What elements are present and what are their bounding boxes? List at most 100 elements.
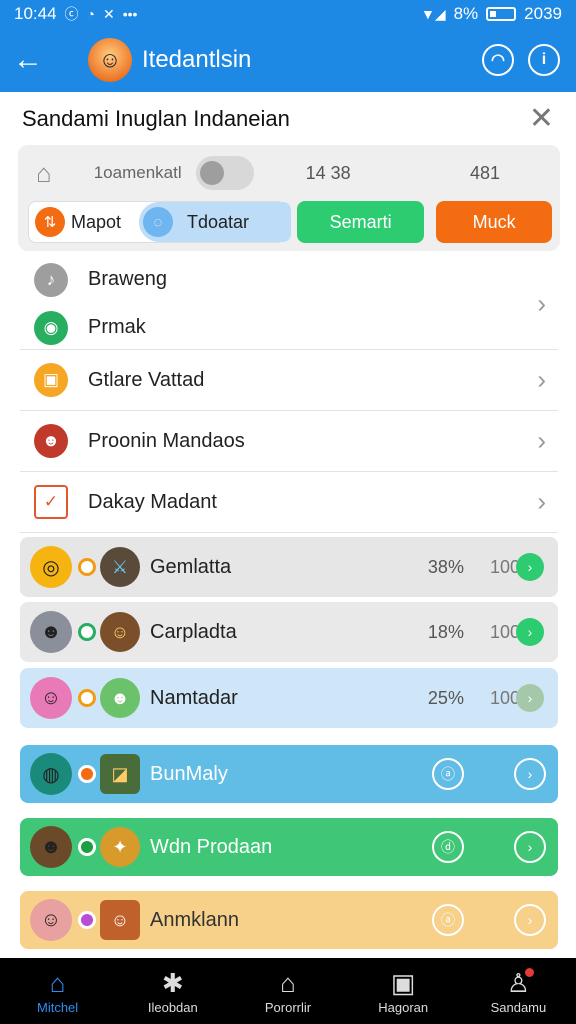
game-thumbnail: ✦ bbox=[100, 827, 140, 867]
app-logo: ☺ bbox=[88, 38, 132, 82]
status-dot bbox=[78, 765, 96, 783]
more-dots-icon: ••• bbox=[122, 6, 138, 22]
list-item[interactable]: ▣ Gtlare Vattad › bbox=[20, 350, 558, 411]
sync-icon[interactable]: ⓓ bbox=[432, 831, 464, 863]
home-icon: ⌂ bbox=[49, 967, 66, 998]
game-thumbnail: ⚔ bbox=[100, 547, 140, 587]
dialog-header: Sandami Inuglan Indaneian ✕ bbox=[0, 96, 576, 142]
game-thumbnail: ☻ bbox=[100, 678, 140, 718]
signal-icon: ▼◢ bbox=[420, 5, 446, 22]
chevron-right-icon: › bbox=[537, 486, 546, 517]
game-row[interactable]: ☺ ☻ Namtadar 25% 100 › bbox=[20, 668, 558, 728]
panel-label: 1oamenkatl bbox=[93, 163, 182, 182]
bar-name: Anmklann bbox=[150, 908, 239, 931]
nav-label: Pororrlir bbox=[264, 999, 312, 1015]
game-row[interactable]: ◎ ⚔ Gemlatta 38% 100 › bbox=[20, 537, 558, 597]
panel-number-1: 14 38 bbox=[305, 162, 351, 183]
pig-avatar: ☺ bbox=[30, 677, 72, 719]
chevron-right-icon: › bbox=[537, 288, 546, 318]
status-dot bbox=[78, 623, 96, 641]
badge-icon: ▣ bbox=[34, 363, 68, 397]
segment-mapot: Mapot bbox=[71, 211, 122, 232]
feature-bar[interactable]: ☺ ☺ Anmklann ⓐ › bbox=[20, 891, 558, 949]
feature-bar[interactable]: ☻ ✦ Wdn Prodaan ⓓ › bbox=[20, 818, 558, 876]
app-title: Itedantlsin bbox=[142, 46, 252, 73]
battery-percent: 8% bbox=[453, 4, 479, 23]
status-dot bbox=[78, 838, 96, 856]
chat-icon[interactable]: ◠ bbox=[482, 44, 514, 76]
bar-name: Wdn Prodaan bbox=[150, 835, 273, 858]
status-clock-right: 2039 bbox=[524, 4, 562, 23]
status-time: 10:44 bbox=[14, 4, 57, 23]
info-icon[interactable]: i bbox=[528, 44, 560, 76]
close-icon[interactable]: ✕ bbox=[529, 104, 554, 134]
house-outline-icon: ⌂ bbox=[280, 967, 296, 998]
people-icon: ✱ bbox=[161, 967, 184, 998]
muck-button[interactable]: Muck bbox=[436, 201, 552, 243]
settings-list: ♪ Braweng ◉ Prmak › ▣ Gtlare Vattad › ☻ … bbox=[20, 258, 558, 533]
back-arrow-icon[interactable]: ← bbox=[0, 28, 56, 92]
bar-name: BunMaly bbox=[150, 762, 228, 785]
dialog-title: Sandami Inuglan Indaneian bbox=[22, 106, 290, 131]
list-item-label: Gtlare Vattad bbox=[88, 368, 205, 391]
game-thumbnail: ◪ bbox=[100, 754, 140, 794]
location-icon: ◉ bbox=[34, 310, 68, 345]
checkbox-icon: ✓ bbox=[34, 485, 68, 519]
go-arrow-icon[interactable]: › bbox=[516, 618, 544, 646]
game-thumbnail: ☺ bbox=[100, 900, 140, 940]
chevron-right-icon: › bbox=[537, 425, 546, 456]
nav-label: Hagoran bbox=[378, 999, 429, 1015]
game-percent: 38% bbox=[427, 556, 464, 577]
muted-icon: ✕ bbox=[103, 5, 115, 22]
game-name: Carpladta bbox=[150, 620, 237, 643]
list-item[interactable]: ☻ Proonin Mandaos › bbox=[20, 411, 558, 472]
status-bar: 10:44 ⓒ ◔ ✕ ••• ▼◢ 8% 2039 bbox=[0, 0, 576, 28]
panel-toggle[interactable] bbox=[195, 156, 254, 190]
feature-bar[interactable]: ◍ ◪ BunMaly ⓐ › bbox=[20, 745, 558, 803]
nav-label: Mitchel bbox=[37, 999, 79, 1015]
status-dot bbox=[78, 911, 96, 929]
notification-dot bbox=[525, 967, 535, 977]
nav-item-people[interactable]: ✱ Ileobdan bbox=[115, 958, 230, 1024]
bottom-nav: ⌂ Mitchel ✱ Ileobdan ⌂ Pororrlir ▣ Hagor… bbox=[0, 958, 576, 1024]
game-row[interactable]: ☻ ☺ Carpladta 18% 100 › bbox=[20, 602, 558, 662]
panel-number-2: 481 bbox=[469, 162, 500, 183]
sync-icon[interactable]: ⓐ bbox=[432, 904, 464, 936]
go-arrow-icon[interactable]: › bbox=[516, 553, 544, 581]
game-percent: 18% bbox=[427, 621, 464, 642]
game-name: Namtadar bbox=[150, 686, 238, 709]
chevron-right-icon: › bbox=[537, 364, 546, 395]
chevron-circle-icon[interactable]: › bbox=[514, 904, 546, 936]
nav-item-home[interactable]: ⌂ Mitchel bbox=[0, 958, 115, 1024]
segment-combo[interactable]: ⇅ Mapot ◌ Tdoatar bbox=[28, 201, 291, 243]
status-dot bbox=[78, 689, 96, 707]
nav-item-house[interactable]: ⌂ Pororrlir bbox=[230, 958, 345, 1024]
profile-icon: ♙ bbox=[507, 967, 535, 998]
settings-panel: ⌂ 1oamenkatl 14 38 481 ⇅ Mapot ◌ Tdoatar… bbox=[18, 145, 560, 251]
list-item[interactable]: ♪ Braweng ◉ Prmak › bbox=[20, 258, 558, 350]
warrior-avatar: ☻ bbox=[30, 826, 72, 868]
list-item-label: Braweng bbox=[88, 268, 167, 290]
window-icon: ▣ bbox=[390, 967, 416, 998]
nav-label: Sandamu bbox=[490, 999, 547, 1015]
chevron-circle-icon[interactable]: › bbox=[514, 758, 546, 790]
battery-icon bbox=[486, 7, 517, 21]
chevron-circle-icon[interactable]: › bbox=[514, 831, 546, 863]
sync-icon[interactable]: ⓐ bbox=[432, 758, 464, 790]
status-dot bbox=[78, 558, 96, 576]
list-item-label: Dakay Madant bbox=[88, 490, 217, 513]
segment-tdoatar: Tdoatar bbox=[187, 211, 250, 232]
game-name: Gemlatta bbox=[150, 555, 232, 578]
refresh-icon: ◌ bbox=[143, 207, 173, 237]
nav-label: Ileobdan bbox=[147, 999, 198, 1015]
list-item[interactable]: ✓ Dakay Madant › bbox=[20, 472, 558, 533]
coin-icon: ◎ bbox=[30, 546, 72, 588]
app-bar: ← ☺ Itedantlsin ◠ i bbox=[0, 28, 576, 92]
list-item-label: Prmak bbox=[88, 316, 146, 338]
semarti-button[interactable]: Semarti bbox=[296, 201, 425, 243]
nav-item-window[interactable]: ▣ Hagoran bbox=[346, 958, 461, 1024]
nav-item-profile[interactable]: ♙ Sandamu bbox=[461, 958, 576, 1024]
game-percent: 25% bbox=[427, 687, 464, 708]
go-arrow-icon[interactable]: › bbox=[516, 684, 544, 712]
game-thumbnail: ☺ bbox=[100, 612, 140, 652]
